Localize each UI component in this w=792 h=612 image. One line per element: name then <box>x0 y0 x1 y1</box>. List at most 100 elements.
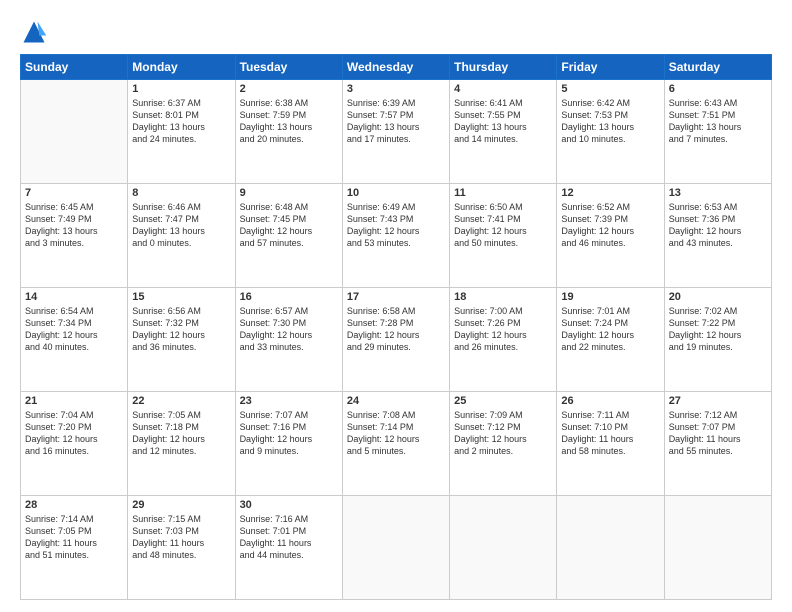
date-number: 10 <box>347 187 445 199</box>
cell-info: Sunrise: 6:45 AM Sunset: 7:49 PM Dayligh… <box>25 201 123 250</box>
cell-info: Sunrise: 6:50 AM Sunset: 7:41 PM Dayligh… <box>454 201 552 250</box>
cell-info: Sunrise: 7:00 AM Sunset: 7:26 PM Dayligh… <box>454 305 552 354</box>
cell-info: Sunrise: 6:48 AM Sunset: 7:45 PM Dayligh… <box>240 201 338 250</box>
week-row-1: 1 Sunrise: 6:37 AM Sunset: 8:01 PM Daylig… <box>21 80 772 184</box>
date-number: 1 <box>132 83 230 95</box>
date-number: 24 <box>347 395 445 407</box>
calendar-cell: 26 Sunrise: 7:11 AM Sunset: 7:10 PM Dayli… <box>557 392 664 496</box>
calendar-cell: 20Sunrise: 7:02 AM Sunset: 7:22 PM Dayli… <box>664 288 771 392</box>
week-row-3: 14 Sunrise: 6:54 AM Sunset: 7:34 PM Dayli… <box>21 288 772 392</box>
logo-icon <box>20 18 48 46</box>
weekday-header-saturday: Saturday <box>664 55 771 80</box>
date-number: 26 <box>561 395 659 407</box>
calendar-cell: 13 Sunrise: 6:53 AM Sunset: 7:36 PM Dayli… <box>664 184 771 288</box>
cell-info: Sunrise: 6:42 AM Sunset: 7:53 PM Dayligh… <box>561 97 659 146</box>
calendar-cell: 5Sunrise: 6:42 AM Sunset: 7:53 PM Daylig… <box>557 80 664 184</box>
date-number: 22 <box>132 395 230 407</box>
date-number: 23 <box>240 395 338 407</box>
cell-info: Sunrise: 6:38 AM Sunset: 7:59 PM Dayligh… <box>240 97 338 146</box>
date-number: 12 <box>561 187 659 199</box>
cell-info: Sunrise: 7:09 AM Sunset: 7:12 PM Dayligh… <box>454 409 552 458</box>
logo <box>20 18 52 46</box>
cell-info: Sunrise: 6:41 AM Sunset: 7:55 PM Dayligh… <box>454 97 552 146</box>
date-number: 20 <box>669 291 767 303</box>
date-number: 18 <box>454 291 552 303</box>
calendar-cell: 17 Sunrise: 6:58 AM Sunset: 7:28 PM Dayli… <box>342 288 449 392</box>
weekday-header-monday: Monday <box>128 55 235 80</box>
weekday-header-row: SundayMondayTuesdayWednesdayThursdayFrid… <box>21 55 772 80</box>
cell-info: Sunrise: 7:12 AM Sunset: 7:07 PM Dayligh… <box>669 409 767 458</box>
calendar-cell <box>342 496 449 600</box>
date-number: 17 <box>347 291 445 303</box>
weekday-header-sunday: Sunday <box>21 55 128 80</box>
cell-info: Sunrise: 6:57 AM Sunset: 7:30 PM Dayligh… <box>240 305 338 354</box>
cell-info: Sunrise: 6:54 AM Sunset: 7:34 PM Dayligh… <box>25 305 123 354</box>
cell-info: Sunrise: 6:37 AM Sunset: 8:01 PM Dayligh… <box>132 97 230 146</box>
calendar-table: SundayMondayTuesdayWednesdayThursdayFrid… <box>20 54 772 600</box>
date-number: 25 <box>454 395 552 407</box>
cell-info: Sunrise: 6:46 AM Sunset: 7:47 PM Dayligh… <box>132 201 230 250</box>
cell-info: Sunrise: 6:56 AM Sunset: 7:32 PM Dayligh… <box>132 305 230 354</box>
calendar-cell <box>557 496 664 600</box>
calendar-cell: 6 Sunrise: 6:43 AM Sunset: 7:51 PM Daylig… <box>664 80 771 184</box>
date-number: 6 <box>669 83 767 95</box>
calendar-cell: 4 Sunrise: 6:41 AM Sunset: 7:55 PM Daylig… <box>450 80 557 184</box>
calendar-cell: 30 Sunrise: 7:16 AM Sunset: 7:01 PM Dayli… <box>235 496 342 600</box>
calendar-cell: 18 Sunrise: 7:00 AM Sunset: 7:26 PM Dayli… <box>450 288 557 392</box>
date-number: 9 <box>240 187 338 199</box>
date-number: 29 <box>132 499 230 511</box>
calendar-cell: 12 Sunrise: 6:52 AM Sunset: 7:39 PM Dayli… <box>557 184 664 288</box>
date-number: 8 <box>132 187 230 199</box>
calendar-cell: 9 Sunrise: 6:48 AM Sunset: 7:45 PM Daylig… <box>235 184 342 288</box>
calendar-cell <box>664 496 771 600</box>
cell-info: Sunrise: 7:05 AM Sunset: 7:18 PM Dayligh… <box>132 409 230 458</box>
date-number: 2 <box>240 83 338 95</box>
date-number: 14 <box>25 291 123 303</box>
date-number: 4 <box>454 83 552 95</box>
calendar-cell: 23 Sunrise: 7:07 AM Sunset: 7:16 PM Dayli… <box>235 392 342 496</box>
cell-info: Sunrise: 6:53 AM Sunset: 7:36 PM Dayligh… <box>669 201 767 250</box>
date-number: 7 <box>25 187 123 199</box>
calendar-cell: 2 Sunrise: 6:38 AM Sunset: 7:59 PM Daylig… <box>235 80 342 184</box>
header <box>20 18 772 46</box>
cell-info: Sunrise: 7:04 AM Sunset: 7:20 PM Dayligh… <box>25 409 123 458</box>
week-row-5: 28 Sunrise: 7:14 AM Sunset: 7:05 PM Dayli… <box>21 496 772 600</box>
cell-info: Sunrise: 6:58 AM Sunset: 7:28 PM Dayligh… <box>347 305 445 354</box>
calendar-cell: 14 Sunrise: 6:54 AM Sunset: 7:34 PM Dayli… <box>21 288 128 392</box>
calendar-cell: 19Sunrise: 7:01 AM Sunset: 7:24 PM Dayli… <box>557 288 664 392</box>
date-number: 11 <box>454 187 552 199</box>
calendar-cell: 7 Sunrise: 6:45 AM Sunset: 7:49 PM Daylig… <box>21 184 128 288</box>
cell-info: Sunrise: 7:07 AM Sunset: 7:16 PM Dayligh… <box>240 409 338 458</box>
cell-info: Sunrise: 7:08 AM Sunset: 7:14 PM Dayligh… <box>347 409 445 458</box>
date-number: 13 <box>669 187 767 199</box>
date-number: 15 <box>132 291 230 303</box>
cell-info: Sunrise: 7:11 AM Sunset: 7:10 PM Dayligh… <box>561 409 659 458</box>
date-number: 28 <box>25 499 123 511</box>
calendar-cell: 8 Sunrise: 6:46 AM Sunset: 7:47 PM Daylig… <box>128 184 235 288</box>
cell-info: Sunrise: 7:14 AM Sunset: 7:05 PM Dayligh… <box>25 513 123 562</box>
calendar-cell: 21 Sunrise: 7:04 AM Sunset: 7:20 PM Dayli… <box>21 392 128 496</box>
calendar-cell: 15 Sunrise: 6:56 AM Sunset: 7:32 PM Dayli… <box>128 288 235 392</box>
cell-info: Sunrise: 7:16 AM Sunset: 7:01 PM Dayligh… <box>240 513 338 562</box>
date-number: 27 <box>669 395 767 407</box>
cell-info: Sunrise: 6:49 AM Sunset: 7:43 PM Dayligh… <box>347 201 445 250</box>
calendar-cell: 28 Sunrise: 7:14 AM Sunset: 7:05 PM Dayli… <box>21 496 128 600</box>
cell-info: Sunrise: 7:15 AM Sunset: 7:03 PM Dayligh… <box>132 513 230 562</box>
calendar-cell: 11 Sunrise: 6:50 AM Sunset: 7:41 PM Dayli… <box>450 184 557 288</box>
date-number: 30 <box>240 499 338 511</box>
weekday-header-wednesday: Wednesday <box>342 55 449 80</box>
calendar-cell: 3Sunrise: 6:39 AM Sunset: 7:57 PM Daylig… <box>342 80 449 184</box>
cell-info: Sunrise: 6:43 AM Sunset: 7:51 PM Dayligh… <box>669 97 767 146</box>
calendar-cell <box>21 80 128 184</box>
cell-info: Sunrise: 6:52 AM Sunset: 7:39 PM Dayligh… <box>561 201 659 250</box>
cell-info: Sunrise: 7:01 AM Sunset: 7:24 PM Dayligh… <box>561 305 659 354</box>
calendar-cell: 24 Sunrise: 7:08 AM Sunset: 7:14 PM Dayli… <box>342 392 449 496</box>
date-number: 3 <box>347 83 445 95</box>
calendar-cell: 29 Sunrise: 7:15 AM Sunset: 7:03 PM Dayli… <box>128 496 235 600</box>
calendar-cell <box>450 496 557 600</box>
week-row-4: 21 Sunrise: 7:04 AM Sunset: 7:20 PM Dayli… <box>21 392 772 496</box>
weekday-header-tuesday: Tuesday <box>235 55 342 80</box>
calendar-cell: 27 Sunrise: 7:12 AM Sunset: 7:07 PM Dayli… <box>664 392 771 496</box>
calendar-cell: 22 Sunrise: 7:05 AM Sunset: 7:18 PM Dayli… <box>128 392 235 496</box>
date-number: 21 <box>25 395 123 407</box>
